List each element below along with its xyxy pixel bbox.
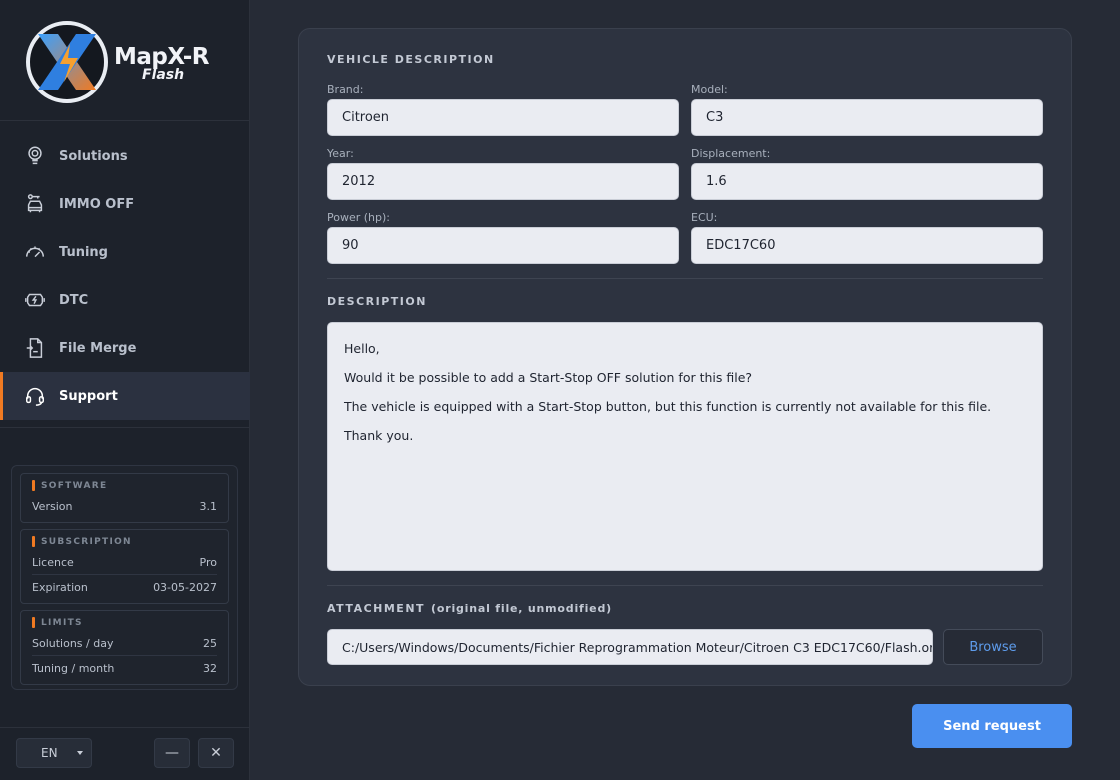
expiration-row: Expiration 03-05-2027: [32, 574, 217, 599]
limits-title: LIMITS: [41, 617, 83, 628]
sidebar: MapX-R Flash Solutions IMMO OFF Tuning D…: [0, 0, 250, 780]
logo-subtitle: Flash: [142, 67, 185, 83]
expiration-value: 03-05-2027: [153, 581, 217, 594]
description-section-title: DESCRIPTION: [327, 295, 427, 308]
brand-label: Brand:: [327, 83, 364, 96]
car-key-icon: [23, 192, 47, 216]
sidebar-item-tuning[interactable]: Tuning: [0, 228, 250, 276]
sidebar-item-support[interactable]: Support: [0, 372, 250, 420]
sidebar-item-label: Support: [59, 388, 118, 404]
brand-field[interactable]: Citroen: [327, 99, 679, 136]
lightbulb-icon: [23, 144, 47, 168]
licence-row: Licence Pro: [32, 556, 217, 569]
licence-value: Pro: [199, 556, 217, 569]
description-line: Thank you.: [344, 428, 414, 443]
attachment-section-title: ATTACHMENT (original file, unmodified): [327, 602, 612, 615]
send-request-button[interactable]: Send request: [912, 704, 1072, 748]
displacement-field[interactable]: 1.6: [691, 163, 1043, 200]
description-textarea[interactable]: Hello, Would it be possible to add a Sta…: [327, 322, 1043, 571]
vehicle-section-title: VEHICLE DESCRIPTION: [327, 53, 495, 66]
accent-bar: [32, 536, 35, 547]
support-request-card: VEHICLE DESCRIPTION Brand: Citroen Model…: [298, 28, 1072, 686]
gauge-icon: [23, 240, 47, 264]
tuning-limit-row: Tuning / month 32: [32, 655, 217, 680]
sidebar-item-solutions[interactable]: Solutions: [0, 132, 250, 180]
close-icon: ✕: [210, 745, 222, 761]
attachment-subtitle: (original file, unmodified): [431, 602, 612, 615]
account-info-panel: SOFTWARE Version 3.1 SUBSCRIPTION Licence…: [11, 465, 238, 690]
limits-box: LIMITS Solutions / day 25 Tuning / month 3…: [20, 610, 229, 685]
logo-area: MapX-R Flash: [0, 0, 249, 121]
divider: [0, 727, 250, 728]
minimize-button[interactable]: —: [154, 738, 190, 768]
chevron-down-icon: [77, 751, 83, 755]
year-label: Year:: [327, 147, 354, 160]
accent-bar: [32, 480, 35, 491]
sidebar-item-dtc[interactable]: DTC: [0, 276, 250, 324]
file-merge-icon: [23, 336, 47, 360]
model-field[interactable]: C3: [691, 99, 1043, 136]
engine-warning-icon: [23, 288, 47, 312]
ecu-label: ECU:: [691, 211, 718, 224]
software-title: SOFTWARE: [41, 480, 108, 491]
attachment-title: ATTACHMENT: [327, 602, 426, 615]
sidebar-item-immo-off[interactable]: IMMO OFF: [0, 180, 250, 228]
subscription-title: SUBSCRIPTION: [41, 536, 132, 547]
description-line: Hello,: [344, 341, 380, 356]
divider: [327, 585, 1043, 586]
divider: [0, 427, 250, 428]
close-button[interactable]: ✕: [198, 738, 234, 768]
sidebar-item-label: DTC: [59, 292, 89, 308]
sidebar-item-label: Tuning: [59, 244, 108, 260]
version-value: 3.1: [199, 500, 218, 513]
sidebar-nav: Solutions IMMO OFF Tuning DTC File Merge: [0, 132, 250, 420]
year-field[interactable]: 2012: [327, 163, 679, 200]
ecu-field[interactable]: EDC17C60: [691, 227, 1043, 264]
divider: [327, 278, 1043, 279]
description-line: Would it be possible to add a Start-Stop…: [344, 370, 753, 385]
headset-icon: [23, 384, 47, 408]
solutions-limit-row: Solutions / day 25: [32, 637, 217, 650]
logo-badge-icon: [26, 21, 108, 103]
sidebar-item-file-merge[interactable]: File Merge: [0, 324, 250, 372]
accent-bar: [32, 617, 35, 628]
model-label: Model:: [691, 83, 728, 96]
sidebar-item-label: IMMO OFF: [59, 196, 135, 212]
language-select[interactable]: EN: [16, 738, 92, 768]
solutions-limit-value: 25: [203, 637, 217, 650]
power-label: Power (hp):: [327, 211, 390, 224]
browse-button[interactable]: Browse: [943, 629, 1043, 665]
displacement-label: Displacement:: [691, 147, 771, 160]
version-row: Version 3.1: [32, 500, 218, 513]
minimize-icon: —: [165, 745, 179, 761]
language-value: EN: [41, 746, 58, 760]
subscription-box: SUBSCRIPTION Licence Pro Expiration 03-05-…: [20, 529, 229, 604]
sidebar-item-label: Solutions: [59, 148, 128, 164]
software-box: SOFTWARE Version 3.1: [20, 473, 229, 523]
power-field[interactable]: 90: [327, 227, 679, 264]
sidebar-item-label: File Merge: [59, 340, 137, 356]
tuning-limit-value: 32: [203, 662, 217, 675]
attachment-path-input[interactable]: C:/Users/Windows/Documents/Fichier Repro…: [327, 629, 933, 665]
description-line: The vehicle is equipped with a Start-Sto…: [344, 399, 992, 414]
